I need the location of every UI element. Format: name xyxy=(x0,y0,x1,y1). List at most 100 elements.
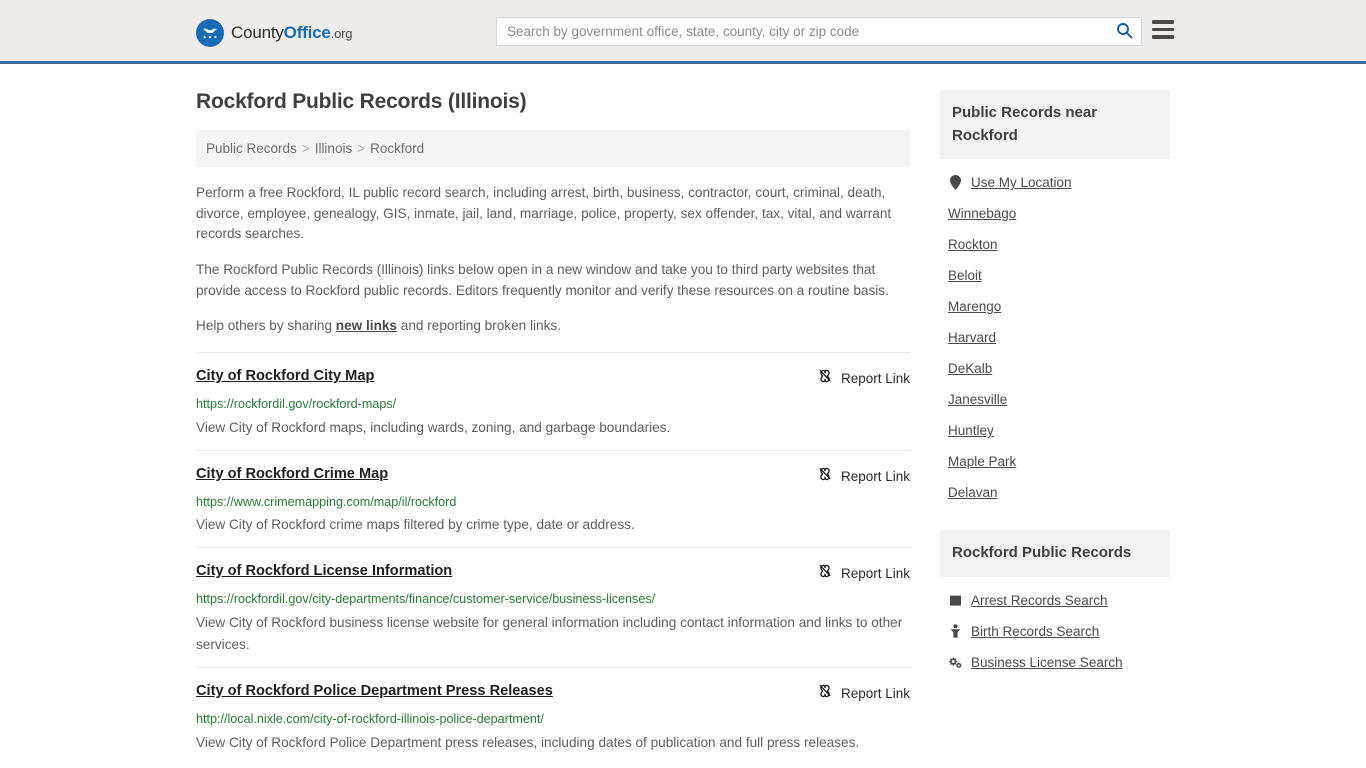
result-url-link[interactable]: http://local.nixle.com/city-of-rockford-… xyxy=(196,711,910,729)
nearby-place-link[interactable]: Janesville xyxy=(948,392,1007,407)
nearby-place-row[interactable]: Harvard xyxy=(948,322,1170,353)
result-entry: City of Rockford License Information Rep… xyxy=(196,547,910,667)
intro-paragraph-1: Perform a free Rockford, IL public recor… xyxy=(196,185,892,242)
gears-icon xyxy=(948,656,962,669)
logo-text-office: Office xyxy=(283,23,331,42)
fingerprint-icon xyxy=(948,594,962,607)
help-suffix: and reporting broken links. xyxy=(397,318,561,334)
nearby-place-link[interactable]: Delavan xyxy=(948,485,998,500)
broken-link-icon xyxy=(817,466,833,487)
hamburger-bar xyxy=(1152,20,1174,24)
nearby-place-row[interactable]: Huntley xyxy=(948,415,1170,446)
hamburger-menu-icon[interactable] xyxy=(1152,20,1174,39)
breadcrumb-item-public-records[interactable]: Public Records xyxy=(206,141,297,156)
nearby-place-row[interactable]: Beloit xyxy=(948,260,1170,291)
nearby-place-link[interactable]: Huntley xyxy=(948,423,994,438)
nearby-place-link[interactable]: Winnebago xyxy=(948,206,1016,221)
record-search-row[interactable]: Arrest Records Search xyxy=(948,585,1170,616)
hamburger-bar xyxy=(1152,27,1174,31)
result-url-link[interactable]: https://rockfordil.gov/rockford-maps/ xyxy=(196,396,910,414)
result-title-link[interactable]: City of Rockford City Map xyxy=(196,367,374,386)
breadcrumb-separator: > xyxy=(301,141,310,156)
nearby-place-row[interactable]: Maple Park xyxy=(948,446,1170,477)
logo-wordmark: CountyOffice.org xyxy=(231,23,352,43)
report-link-label: Report Link xyxy=(840,370,910,386)
hamburger-bar xyxy=(1152,35,1174,39)
section-title-near: Public Records near Rockford xyxy=(940,90,1170,159)
broken-link-icon xyxy=(817,683,833,704)
result-entry-header: City of Rockford Police Department Press… xyxy=(196,682,910,704)
nearby-place-row[interactable]: Delavan xyxy=(948,477,1170,508)
intro-paragraph-2: The Rockford Public Records (Illinois) l… xyxy=(196,261,889,298)
nearby-places-list: Winnebago Rockton Beloit Marengo Harvard DeKa… xyxy=(948,198,1170,508)
report-link-label: Report Link xyxy=(840,685,910,701)
help-prefix: Help others by sharing xyxy=(196,318,336,334)
use-my-location-link[interactable]: Use My Location xyxy=(971,175,1072,190)
page-title: Rockford Public Records (Illinois) xyxy=(196,90,527,113)
broken-link-icon xyxy=(817,563,833,584)
result-title-link[interactable]: City of Rockford License Information xyxy=(196,562,452,581)
record-search-link[interactable]: Business License Search xyxy=(971,655,1123,670)
logo-text-org: .org xyxy=(330,26,353,41)
logo-text-county: County xyxy=(231,23,284,42)
result-description: View City of Rockford Police Department … xyxy=(196,734,860,750)
nearby-place-row[interactable]: Marengo xyxy=(948,291,1170,322)
use-my-location-row[interactable]: Use My Location xyxy=(948,167,1170,198)
result-url-link[interactable]: https://rockfordil.gov/city-departments/… xyxy=(196,591,910,609)
search-button[interactable] xyxy=(1107,18,1141,45)
rockford-public-records-section: Rockford Public Records Arrest Records S… xyxy=(940,530,1170,678)
nearby-place-link[interactable]: Rockton xyxy=(948,237,998,252)
nearby-place-link[interactable]: Beloit xyxy=(948,268,982,283)
breadcrumb-item-rockford[interactable]: Rockford xyxy=(370,141,424,156)
result-entry-header: City of Rockford Crime Map Report Link xyxy=(196,465,910,487)
search-bar xyxy=(496,17,1142,46)
report-link-button[interactable]: Report Link xyxy=(817,465,910,487)
record-search-row[interactable]: Birth Records Search xyxy=(948,616,1170,647)
report-link-button[interactable]: Report Link xyxy=(817,682,910,704)
result-entry: City of Rockford Crime Map Report Link ht… xyxy=(196,449,910,548)
search-input[interactable] xyxy=(497,18,1107,45)
main-content: Rockford Public Records (Illinois) Publi… xyxy=(196,64,910,765)
result-description: View City of Rockford crime maps filtere… xyxy=(196,517,635,533)
sidebar: Public Records near Rockford Use My Loca… xyxy=(940,64,1170,765)
result-title-link[interactable]: City of Rockford Crime Map xyxy=(196,465,388,484)
result-entry-header: City of Rockford City Map Report Link xyxy=(196,367,910,389)
nearby-place-link[interactable]: DeKalb xyxy=(948,361,992,376)
breadcrumb-item-illinois[interactable]: Illinois xyxy=(315,141,353,156)
nearby-place-row[interactable]: DeKalb xyxy=(948,353,1170,384)
result-url-link[interactable]: https://www.crimemapping.com/map/il/rock… xyxy=(196,494,910,512)
result-description: View City of Rockford maps, including wa… xyxy=(196,419,671,435)
search-icon xyxy=(1116,22,1133,42)
result-entry-header: City of Rockford License Information Rep… xyxy=(196,562,910,584)
nearby-place-link[interactable]: Harvard xyxy=(948,330,996,345)
nearby-place-link[interactable]: Maple Park xyxy=(948,454,1016,469)
record-search-row[interactable]: Business License Search xyxy=(948,647,1170,678)
report-link-button[interactable]: Report Link xyxy=(817,562,910,584)
report-link-label: Report Link xyxy=(840,566,910,582)
help-paragraph: Help others by sharing new links and rep… xyxy=(196,316,910,337)
map-pin-icon xyxy=(948,175,962,190)
results-list: City of Rockford City Map Report Link htt… xyxy=(196,351,910,765)
site-logo[interactable]: CountyOffice.org xyxy=(196,19,352,47)
new-links-link[interactable]: new links xyxy=(336,318,397,333)
nearby-place-link[interactable]: Marengo xyxy=(948,299,1001,314)
record-search-link[interactable]: Arrest Records Search xyxy=(971,593,1108,608)
nearby-place-row[interactable]: Janesville xyxy=(948,384,1170,415)
page-body: Rockford Public Records (Illinois) Publi… xyxy=(0,64,1366,765)
broken-link-icon xyxy=(817,368,833,389)
breadcrumb-separator: > xyxy=(357,141,366,156)
nearby-place-row[interactable]: Rockton xyxy=(948,229,1170,260)
nearby-place-row[interactable]: Winnebago xyxy=(948,198,1170,229)
site-header: CountyOffice.org xyxy=(0,0,1366,64)
result-entry: City of Rockford City Map Report Link htt… xyxy=(196,351,910,450)
public-records-near-section: Public Records near Rockford Use My Loca… xyxy=(940,90,1170,508)
section-title-records: Rockford Public Records xyxy=(940,530,1170,577)
result-entry: City of Rockford Police Department Press… xyxy=(196,666,910,765)
baby-icon xyxy=(948,624,962,638)
report-link-button[interactable]: Report Link xyxy=(817,367,910,389)
result-title-link[interactable]: City of Rockford Police Department Press… xyxy=(196,682,553,701)
breadcrumb: Public Records > Illinois > Rockford xyxy=(196,130,910,167)
record-search-link[interactable]: Birth Records Search xyxy=(971,624,1099,639)
result-description: View City of Rockford business license w… xyxy=(196,614,903,652)
report-link-label: Report Link xyxy=(840,468,910,484)
